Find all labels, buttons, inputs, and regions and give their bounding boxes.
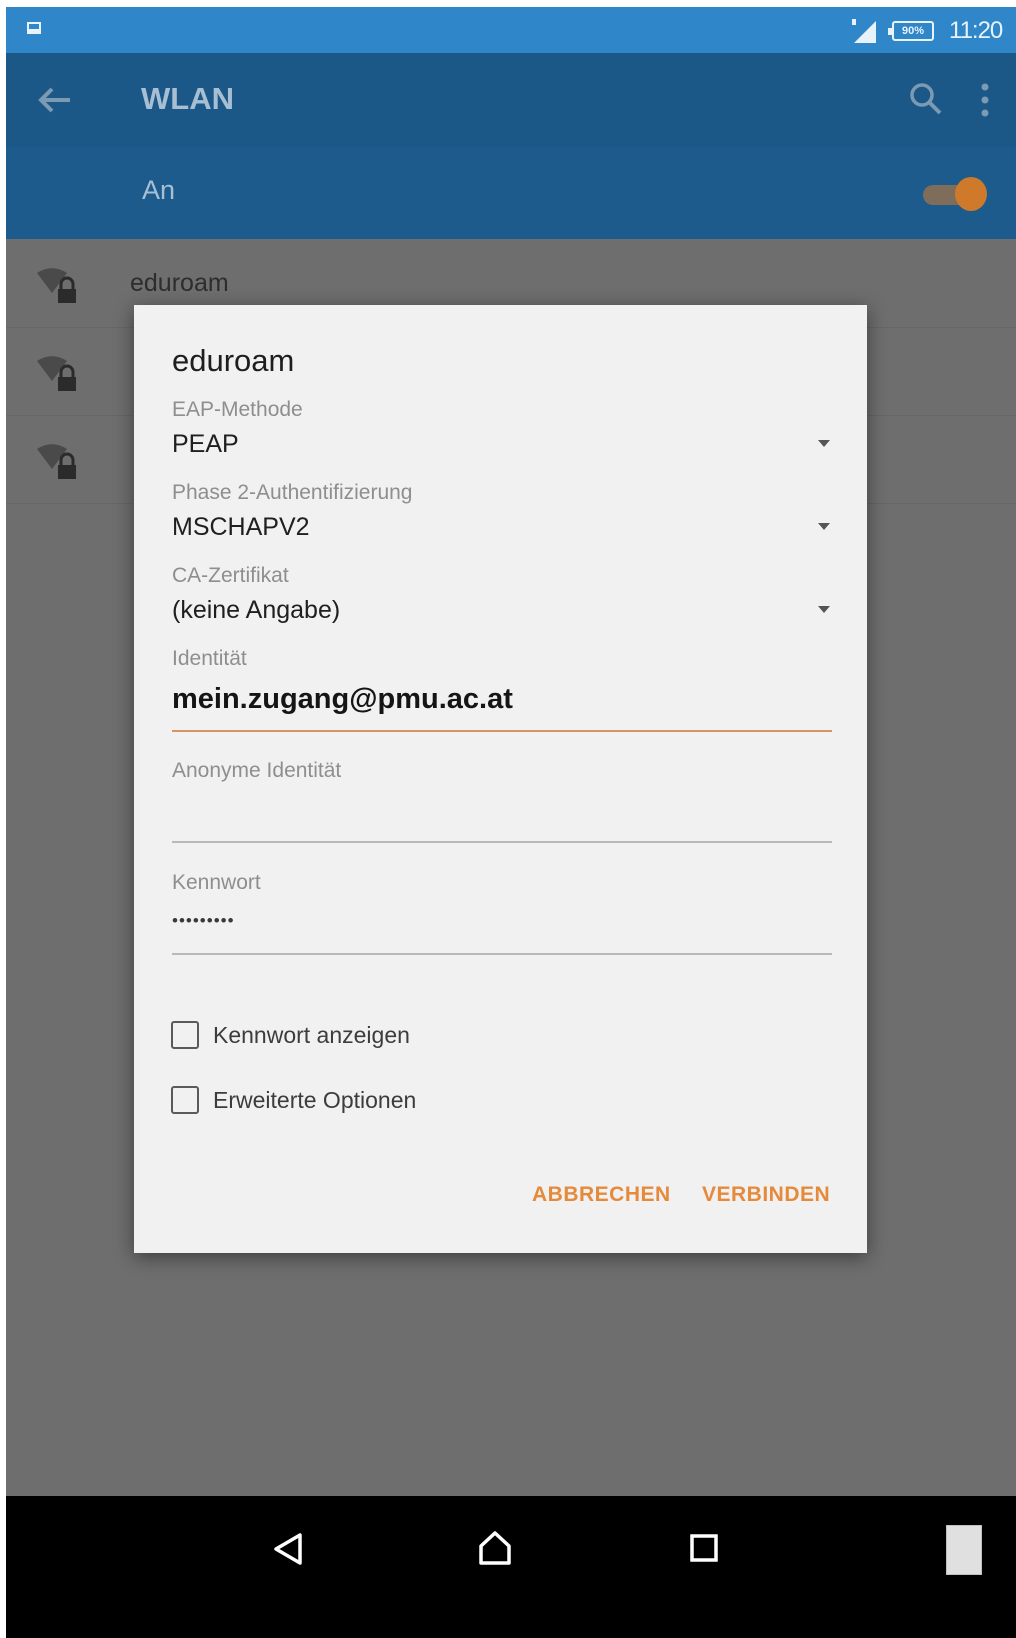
chevron-down-icon[interactable]	[818, 606, 830, 613]
eap-method-label: EAP-Methode	[172, 398, 303, 421]
identity-underline	[172, 730, 832, 732]
show-password-label[interactable]: Kennwort anzeigen	[213, 1022, 410, 1049]
show-password-checkbox[interactable]	[171, 1021, 199, 1049]
back-icon[interactable]	[272, 1532, 304, 1566]
connect-button[interactable]: VERBINDEN	[702, 1183, 830, 1207]
navigation-bar	[6, 1496, 1016, 1638]
more-vert-icon[interactable]	[981, 83, 989, 117]
cancel-button[interactable]: ABBRECHEN	[532, 1183, 671, 1207]
status-bar: 90% 11:20	[6, 7, 1016, 53]
recents-icon[interactable]	[689, 1533, 719, 1563]
switch-label: An	[142, 175, 176, 205]
wifi-config-dialog: eduroam EAP-Methode PEAP Phase 2-Authent…	[134, 305, 867, 1253]
wifi-lock-icon	[37, 268, 76, 303]
chevron-down-icon[interactable]	[818, 440, 830, 447]
ca-cert-label: CA-Zertifikat	[172, 564, 289, 587]
advanced-options-checkbox[interactable]	[171, 1086, 199, 1114]
dialog-title: eduroam	[172, 343, 295, 378]
wifi-lock-icon	[37, 356, 76, 391]
home-icon[interactable]	[477, 1529, 513, 1567]
password-field[interactable]: •••••••••	[172, 911, 235, 931]
back-arrow-icon[interactable]	[34, 83, 74, 117]
screen: 90% 11:20 WLAN An eduroam eduroam EAP-Me…	[6, 7, 1016, 1638]
search-icon[interactable]	[908, 81, 944, 117]
anon-identity-underline	[172, 841, 832, 843]
eap-method-dropdown[interactable]: PEAP	[172, 430, 239, 459]
network-name: eduroam	[130, 269, 229, 297]
phase2-dropdown[interactable]: MSCHAPV2	[172, 513, 310, 542]
notification-icon	[27, 22, 41, 34]
page-title: WLAN	[141, 81, 234, 116]
battery-icon: 90%	[888, 21, 934, 41]
phase2-label: Phase 2-Authentifizierung	[172, 481, 413, 504]
identity-field[interactable]: mein.zugang@pmu.ac.at	[172, 683, 513, 716]
app-bar: WLAN	[6, 53, 1016, 147]
wifi-lock-icon	[37, 444, 76, 479]
battery-level: 90%	[901, 25, 925, 37]
clock: 11:20	[949, 17, 1003, 44]
ca-cert-dropdown[interactable]: (keine Angabe)	[172, 596, 340, 625]
password-underline	[172, 953, 832, 955]
corner-thumbnail	[946, 1525, 982, 1575]
signal-icon	[852, 19, 876, 43]
wifi-toggle[interactable]	[955, 177, 987, 211]
password-label: Kennwort	[172, 871, 261, 894]
advanced-options-label[interactable]: Erweiterte Optionen	[213, 1087, 416, 1114]
anon-identity-label: Anonyme Identität	[172, 759, 342, 782]
chevron-down-icon[interactable]	[818, 523, 830, 530]
wifi-switch-bar: An	[6, 147, 1016, 239]
identity-label: Identität	[172, 647, 247, 670]
